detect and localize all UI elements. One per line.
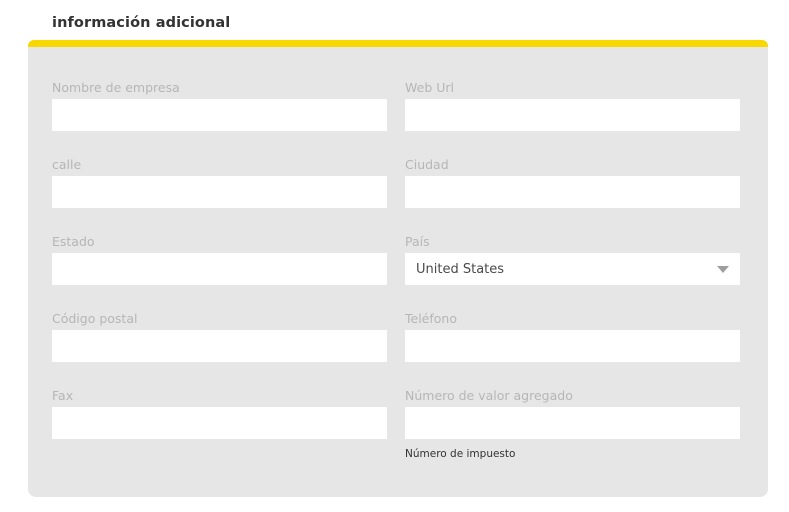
field-company-name: Nombre de empresa bbox=[52, 80, 387, 157]
field-label: Web Url bbox=[405, 80, 454, 95]
field-state: Estado bbox=[52, 234, 387, 311]
page-title: información adicional bbox=[52, 15, 231, 31]
form-row: Código postal Teléfono bbox=[52, 311, 744, 388]
street-input[interactable] bbox=[52, 176, 387, 208]
panel-accent-bar bbox=[28, 40, 768, 47]
field-postal-code: Código postal bbox=[52, 311, 387, 388]
field-country: País United States bbox=[405, 234, 740, 311]
field-street: calle bbox=[52, 157, 387, 234]
field-label: Nombre de empresa bbox=[52, 80, 180, 95]
web-url-input[interactable] bbox=[405, 99, 740, 131]
field-label: Ciudad bbox=[405, 157, 449, 172]
field-label: País bbox=[405, 234, 430, 249]
phone-input[interactable] bbox=[405, 330, 740, 362]
form-row: Estado País United States bbox=[52, 234, 744, 311]
vat-number-input[interactable] bbox=[405, 407, 740, 439]
field-vat-number: Número de valor agregado Número de impue… bbox=[405, 388, 740, 465]
field-phone: Teléfono bbox=[405, 311, 740, 388]
fax-input[interactable] bbox=[52, 407, 387, 439]
form-row: Nombre de empresa Web Url bbox=[52, 80, 744, 157]
field-fax: Fax bbox=[52, 388, 387, 465]
field-label: calle bbox=[52, 157, 82, 172]
vat-number-help-text: Número de impuesto bbox=[405, 448, 516, 460]
field-label: Teléfono bbox=[405, 311, 457, 326]
country-select[interactable]: United States bbox=[405, 253, 740, 285]
form-row: Fax Número de valor agregado Número de i… bbox=[52, 388, 744, 465]
field-label: Número de valor agregado bbox=[405, 388, 573, 403]
form-row: calle Ciudad bbox=[52, 157, 744, 234]
state-input[interactable] bbox=[52, 253, 387, 285]
city-input[interactable] bbox=[405, 176, 740, 208]
form-grid: Nombre de empresa Web Url calle Ciudad E… bbox=[52, 80, 744, 465]
field-label: Fax bbox=[52, 388, 74, 403]
additional-information-panel: Nombre de empresa Web Url calle Ciudad E… bbox=[28, 40, 768, 497]
field-web-url: Web Url bbox=[405, 80, 740, 157]
field-label: Estado bbox=[52, 234, 95, 249]
company-name-input[interactable] bbox=[52, 99, 387, 131]
country-select-wrapper: United States bbox=[405, 253, 740, 285]
postal-code-input[interactable] bbox=[52, 330, 387, 362]
field-label: Código postal bbox=[52, 311, 138, 326]
field-city: Ciudad bbox=[405, 157, 740, 234]
